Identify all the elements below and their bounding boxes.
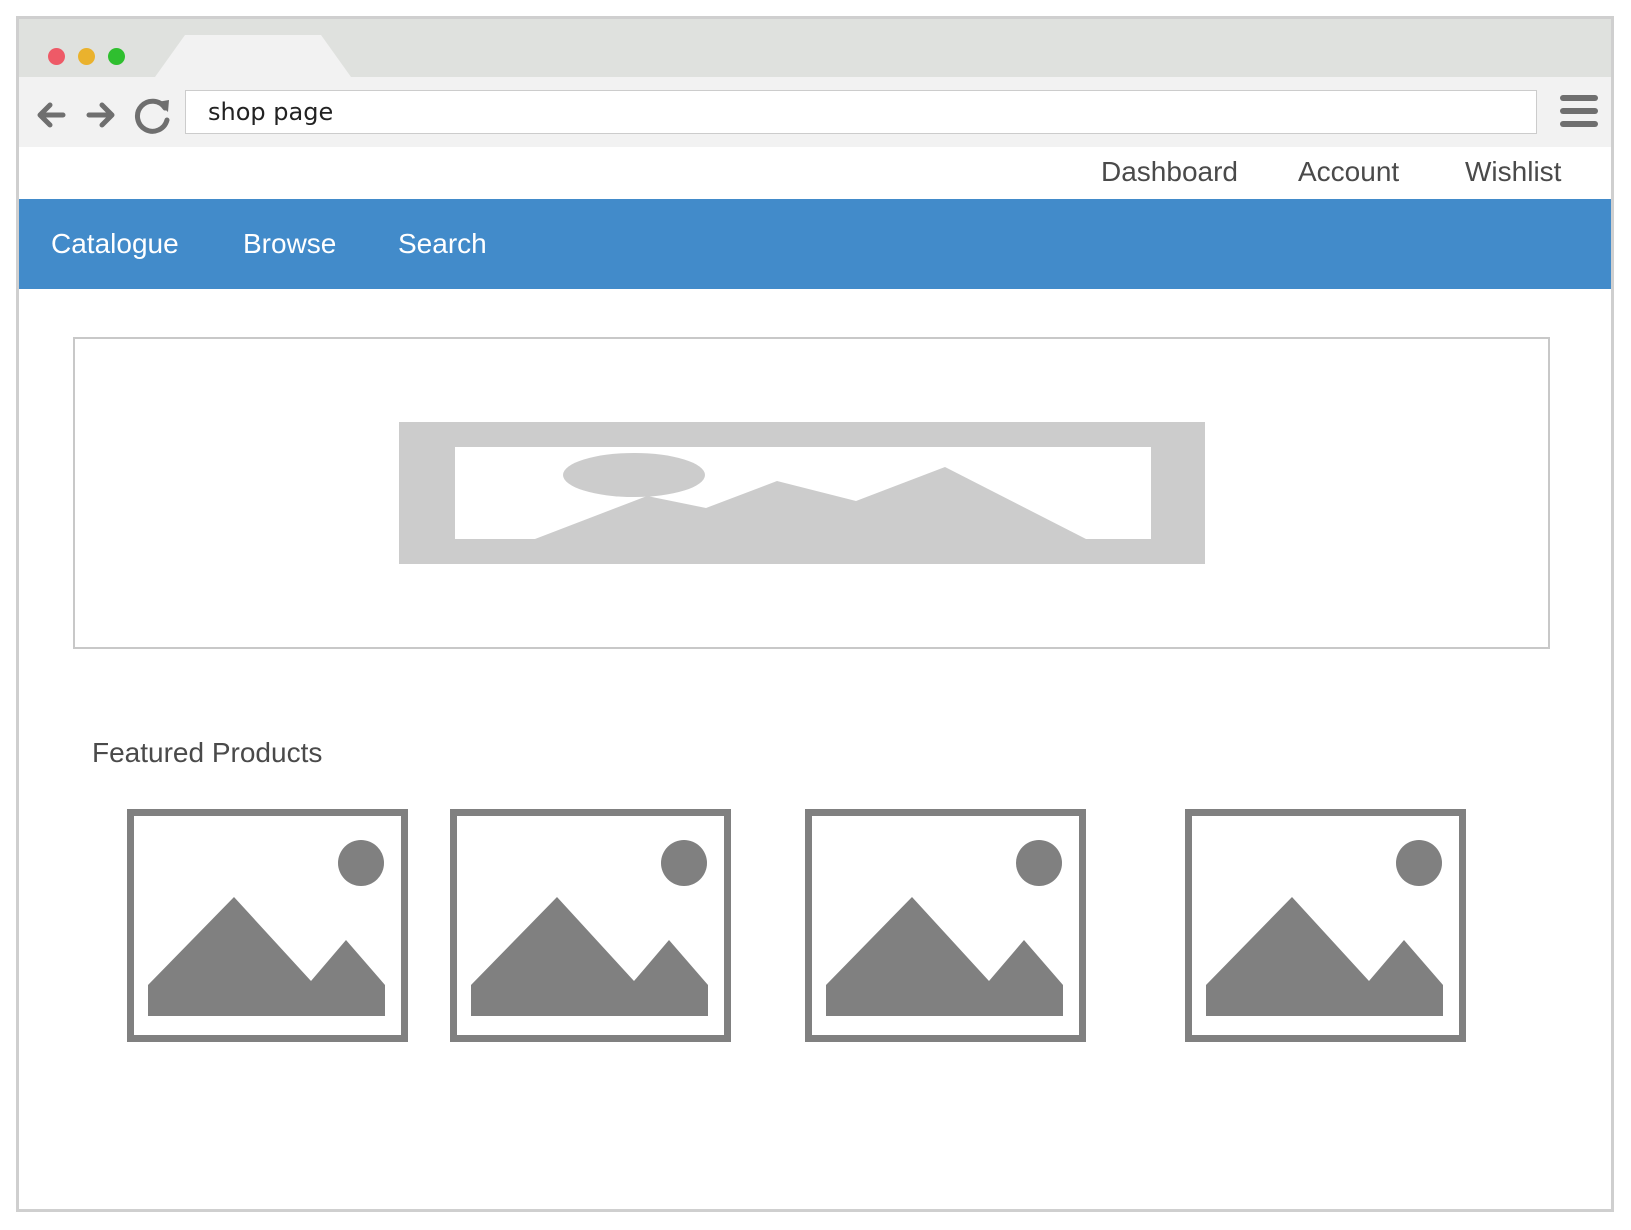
reload-icon[interactable] xyxy=(133,96,173,136)
minimize-window-button[interactable] xyxy=(78,48,95,65)
product-card[interactable] xyxy=(127,809,408,1042)
main-nav-catalogue[interactable]: Catalogue xyxy=(51,228,179,260)
product-card[interactable] xyxy=(450,809,731,1042)
forward-arrow-icon[interactable] xyxy=(83,97,119,133)
address-bar[interactable]: shop page xyxy=(185,90,1537,134)
utility-nav: Dashboard Account Wishlist xyxy=(19,152,1611,196)
browser-tab[interactable] xyxy=(155,35,351,77)
nav-link-dashboard[interactable]: Dashboard xyxy=(1101,156,1238,188)
image-placeholder-icon xyxy=(450,809,731,1042)
product-card[interactable] xyxy=(1185,809,1466,1042)
nav-link-account[interactable]: Account xyxy=(1298,156,1399,188)
main-nav-browse[interactable]: Browse xyxy=(243,228,336,260)
section-title: Featured Products xyxy=(92,737,323,768)
maximize-window-button[interactable] xyxy=(108,48,125,65)
image-placeholder-icon xyxy=(1185,809,1466,1042)
hamburger-menu-icon[interactable] xyxy=(1559,91,1599,131)
image-placeholder-icon xyxy=(399,422,1205,564)
back-arrow-icon[interactable] xyxy=(33,97,69,133)
browser-toolbar: shop page xyxy=(19,77,1611,147)
tab-strip xyxy=(19,19,1611,77)
image-placeholder-icon xyxy=(805,809,1086,1042)
nav-link-wishlist[interactable]: Wishlist xyxy=(1465,156,1561,188)
image-placeholder-icon xyxy=(127,809,408,1042)
product-card[interactable] xyxy=(805,809,1086,1042)
close-window-button[interactable] xyxy=(48,48,65,65)
browser-window: shop page Dashboard Account Wishlist Cat… xyxy=(16,16,1614,1212)
hero-banner[interactable] xyxy=(73,337,1550,649)
main-nav-bar: Catalogue Browse Search xyxy=(19,199,1611,289)
main-nav-search[interactable]: Search xyxy=(398,228,487,260)
